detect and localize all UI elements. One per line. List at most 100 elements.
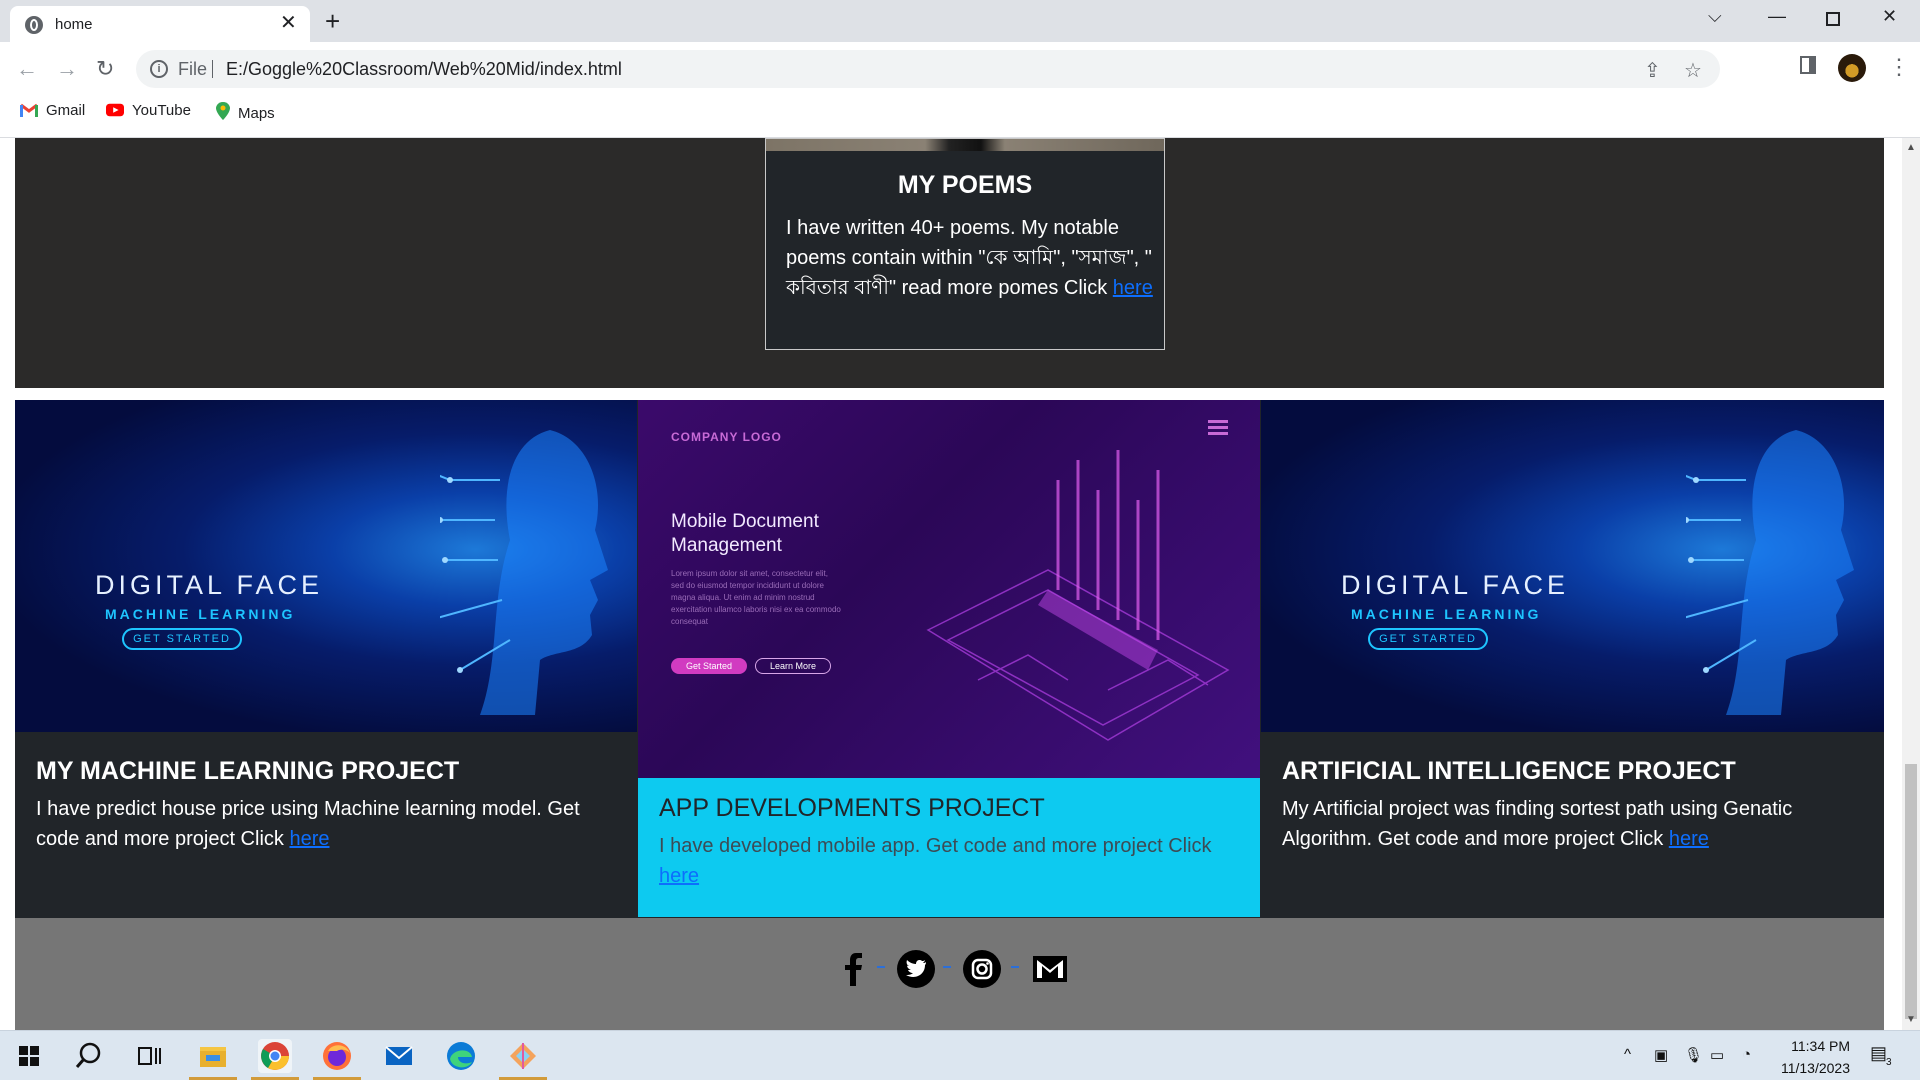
- scroll-up-icon[interactable]: ▲: [1906, 142, 1916, 153]
- poem-card: MY POEMS I have written 40+ poems. My no…: [765, 138, 1165, 350]
- digital-face-image: DIGITAL FACE MACHINE LEARNING GET STARTE…: [1261, 400, 1884, 732]
- address-bar[interactable]: i File E:/Goggle%20Classroom/Web%20Mid/i…: [136, 50, 1720, 88]
- mail-icon[interactable]: [1031, 950, 1069, 988]
- image-heading: Mobile Document Management: [671, 511, 819, 556]
- restore-icon[interactable]: [1826, 12, 1840, 26]
- poem-link[interactable]: here: [1113, 277, 1153, 299]
- bookmark-gmail[interactable]: Gmail: [20, 102, 85, 119]
- card-link[interactable]: here: [659, 865, 699, 887]
- bookmark-label: Maps: [238, 105, 275, 122]
- bookmark-label: YouTube: [132, 102, 191, 119]
- star-icon[interactable]: ☆: [1684, 58, 1702, 83]
- back-icon[interactable]: ←: [16, 56, 38, 82]
- battery-icon[interactable]: ▭: [1710, 1046, 1724, 1064]
- clock-time: 11:34 PM: [1791, 1038, 1850, 1054]
- forward-icon[interactable]: →: [56, 56, 78, 82]
- scrollbar-thumb[interactable]: [1905, 764, 1917, 1019]
- file-explorer-icon[interactable]: [196, 1039, 230, 1073]
- chrome-icon[interactable]: [258, 1039, 292, 1073]
- image-subtitle: MACHINE LEARNING: [1351, 606, 1542, 622]
- edge-icon[interactable]: [444, 1039, 478, 1073]
- tab-title: home: [55, 16, 93, 33]
- app-project-card: COMPANY LOGO Mobile Document Management …: [638, 400, 1260, 917]
- twitter-icon[interactable]: [897, 950, 935, 988]
- bookmark-youtube[interactable]: YouTube: [106, 102, 191, 119]
- image-button: GET STARTED: [122, 628, 242, 650]
- projects-section: DIGITAL FACE MACHINE LEARNING GET STARTE…: [15, 400, 1884, 918]
- page-viewport: MY POEMS I have written 40+ poems. My no…: [0, 138, 1902, 1030]
- ml-project-card: DIGITAL FACE MACHINE LEARNING GET STARTE…: [15, 400, 637, 918]
- youtube-icon: [106, 103, 124, 117]
- minimize-icon[interactable]: —: [1768, 6, 1786, 27]
- notification-count: 3: [1886, 1057, 1892, 1068]
- windows-taskbar: ^ ▣ 🎙 ▭ ◔ 11:34 PM 11/13/2023 ▤ 3: [0, 1030, 1920, 1080]
- card-body: I have developed mobile app. Get code an…: [659, 835, 1212, 857]
- url-text[interactable]: E:/Goggle%20Classroom/Web%20Mid/index.ht…: [226, 59, 622, 80]
- card-link[interactable]: here: [289, 828, 329, 850]
- system-clock[interactable]: 11:34 PM 11/13/2023: [1760, 1035, 1850, 1079]
- tab-search-icon[interactable]: ⌵: [1708, 6, 1722, 27]
- digital-face-graphic: [1686, 430, 1854, 715]
- menu-icon[interactable]: ⋮: [1888, 54, 1910, 80]
- firefox-icon[interactable]: [320, 1039, 354, 1073]
- gmail-icon: [20, 103, 38, 117]
- divider: [1011, 966, 1019, 968]
- card-link[interactable]: here: [1669, 828, 1709, 850]
- mail-app-icon[interactable]: [382, 1039, 416, 1073]
- facebook-icon[interactable]: [835, 950, 873, 988]
- tray-chevron-icon[interactable]: ^: [1624, 1046, 1631, 1063]
- ai-project-card: DIGITAL FACE MACHINE LEARNING GET STARTE…: [1261, 400, 1884, 918]
- search-icon[interactable]: [72, 1039, 106, 1073]
- side-panel-icon[interactable]: [1800, 56, 1816, 74]
- share-icon[interactable]: ⇪: [1644, 58, 1661, 83]
- clock-date: 11/13/2023: [1780, 1060, 1850, 1076]
- image-learn-more: Learn More: [755, 658, 831, 674]
- bookmark-label: Gmail: [46, 102, 86, 119]
- close-window-icon[interactable]: ✕: [1882, 6, 1897, 27]
- poem-body: I have written 40+ poems. My notable poe…: [786, 217, 1152, 299]
- task-view-icon[interactable]: [132, 1039, 166, 1073]
- globe-icon: [25, 16, 43, 34]
- browser-toolbar: ← → ↻ i File E:/Goggle%20Classroom/Web%2…: [0, 42, 1920, 138]
- circuit-graphic: [926, 450, 1230, 741]
- card-text: I have developed mobile app. Get code an…: [659, 831, 1239, 891]
- profile-avatar[interactable]: [1838, 54, 1866, 82]
- card-title: ARTIFICIAL INTELLIGENCE PROJECT: [1282, 757, 1736, 785]
- notifications-icon[interactable]: ▤: [1870, 1043, 1887, 1064]
- company-logo-text: COMPANY LOGO: [671, 430, 782, 444]
- microphone-icon[interactable]: 🎙: [1684, 1046, 1703, 1064]
- bookmark-maps[interactable]: Maps: [216, 102, 275, 122]
- divider: [877, 966, 885, 968]
- card-title: MY MACHINE LEARNING PROJECT: [36, 757, 460, 785]
- image-get-started: Get Started: [671, 658, 747, 674]
- scheme-label: File: [178, 59, 208, 79]
- poems-section: MY POEMS I have written 40+ poems. My no…: [15, 138, 1884, 388]
- image-subtitle: MACHINE LEARNING: [105, 606, 296, 622]
- image-title: DIGITAL FACE: [95, 570, 324, 600]
- card-text: My Artificial project was finding sortes…: [1282, 794, 1862, 854]
- poem-text: I have written 40+ poems. My notable poe…: [786, 213, 1156, 303]
- card-title: APP DEVELOPMENTS PROJECT: [659, 794, 1045, 822]
- hamburger-icon: [1208, 420, 1228, 435]
- poem-image: [766, 139, 1164, 151]
- mobile-document-image: COMPANY LOGO Mobile Document Management …: [638, 400, 1260, 778]
- meet-now-icon[interactable]: ▣: [1654, 1046, 1668, 1064]
- card-text: I have predict house price using Machine…: [36, 794, 616, 854]
- wifi-icon[interactable]: ◔: [1742, 1046, 1751, 1063]
- browser-tab-bar: home ✕ + ⌵ — ✕: [0, 0, 1920, 42]
- digital-face-graphic: [440, 430, 608, 715]
- image-body: Lorem ipsum dolor sit amet, consectetur …: [671, 569, 841, 626]
- scroll-down-icon[interactable]: ▼: [1906, 1014, 1916, 1025]
- image-button: GET STARTED: [1368, 628, 1488, 650]
- windows-start-icon[interactable]: [12, 1039, 46, 1073]
- divider: [212, 60, 213, 78]
- app-icon[interactable]: [506, 1039, 540, 1073]
- close-tab-icon[interactable]: ✕: [280, 12, 297, 34]
- info-icon[interactable]: i: [150, 60, 168, 78]
- browser-tab[interactable]: home ✕: [10, 6, 310, 42]
- new-tab-button[interactable]: +: [325, 6, 340, 36]
- instagram-icon[interactable]: [963, 950, 1001, 988]
- maps-icon: [216, 102, 230, 120]
- page-scrollbar[interactable]: ▲ ▼: [1902, 138, 1920, 1030]
- reload-icon[interactable]: ↻: [96, 56, 114, 82]
